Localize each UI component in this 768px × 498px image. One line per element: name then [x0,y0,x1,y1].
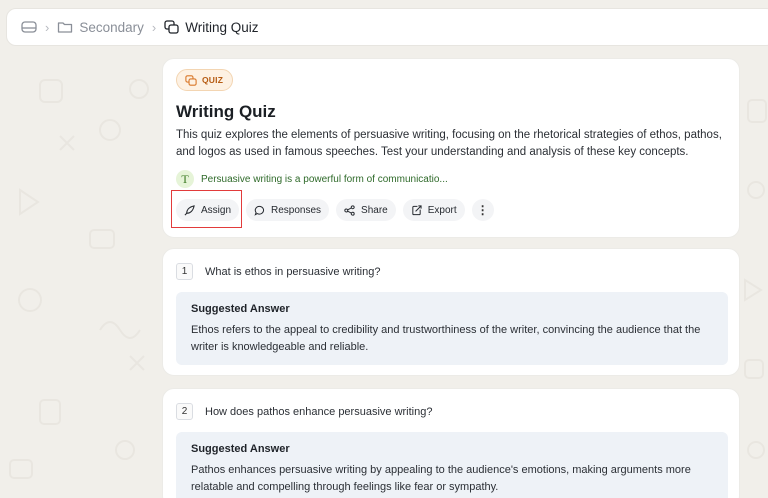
badge-label: QUIZ [202,75,224,85]
page-title: Writing Quiz [176,102,276,121]
export-button[interactable]: Export [402,199,465,221]
quiz-icon [164,20,179,34]
breadcrumb-label: Secondary [79,19,144,35]
chevron-right-icon: › [45,19,50,35]
question-number: 2 [176,403,193,420]
responses-button[interactable]: Responses [246,199,330,221]
question-header: 1 What is ethos in persuasive writing? [176,263,726,280]
breadcrumb-item-current[interactable]: Writing Quiz [164,19,259,35]
question-text: How does pathos enhance persuasive writi… [205,405,433,418]
question-card: 1 What is ethos in persuasive writing? S… [162,248,740,376]
export-icon [411,204,422,216]
suggested-answer: Suggested Answer Ethos refers to the app… [176,292,728,365]
quiz-badge: QUIZ [176,69,234,91]
quiz-description: This quiz explores the elements of persu… [176,129,722,158]
quiz-icon [185,74,197,86]
quiz-header-card: QUIZ Writing Quiz This quiz explores the… [162,58,740,238]
question-number: 1 [176,263,193,280]
drive-icon [21,20,37,34]
question-header: 2 How does pathos enhance persuasive wri… [176,403,726,420]
folder-icon [57,20,73,34]
suggested-answer: Suggested Answer Pathos enhances persuas… [176,432,728,498]
breadcrumb-root[interactable] [21,20,37,34]
answer-title: Suggested Answer [191,443,290,455]
export-label: Export [427,204,457,216]
note-avatar: T [176,170,194,188]
breadcrumb: › Secondary › Writing Quiz [6,8,768,46]
assign-button[interactable]: Assign [176,199,240,221]
responses-label: Responses [271,204,322,216]
rocket-icon [184,204,195,216]
share-label: Share [361,204,388,216]
breadcrumb-label: Writing Quiz [185,19,259,35]
question-card: 2 How does pathos enhance persuasive wri… [162,388,740,498]
answer-text: Ethos refers to the appeal to credibilit… [191,324,701,353]
question-text: What is ethos in persuasive writing? [205,265,381,278]
chevron-right-icon: › [151,19,157,35]
share-icon [344,204,355,216]
action-bar: Assign Responses Share Export ⋮ [176,199,726,221]
answer-title: Suggested Answer [191,303,290,315]
assign-label: Assign [201,204,232,216]
quiz-note[interactable]: T Persuasive writing is a powerful form … [176,170,726,188]
breadcrumb-item-secondary[interactable]: Secondary [57,20,144,35]
more-options-icon[interactable]: ⋮ [471,199,494,221]
share-button[interactable]: Share [336,199,396,221]
note-text: Persuasive writing is a powerful form of… [201,173,448,185]
chat-bubble-icon [254,205,265,216]
answer-text: Pathos enhances persuasive writing by ap… [191,464,691,493]
